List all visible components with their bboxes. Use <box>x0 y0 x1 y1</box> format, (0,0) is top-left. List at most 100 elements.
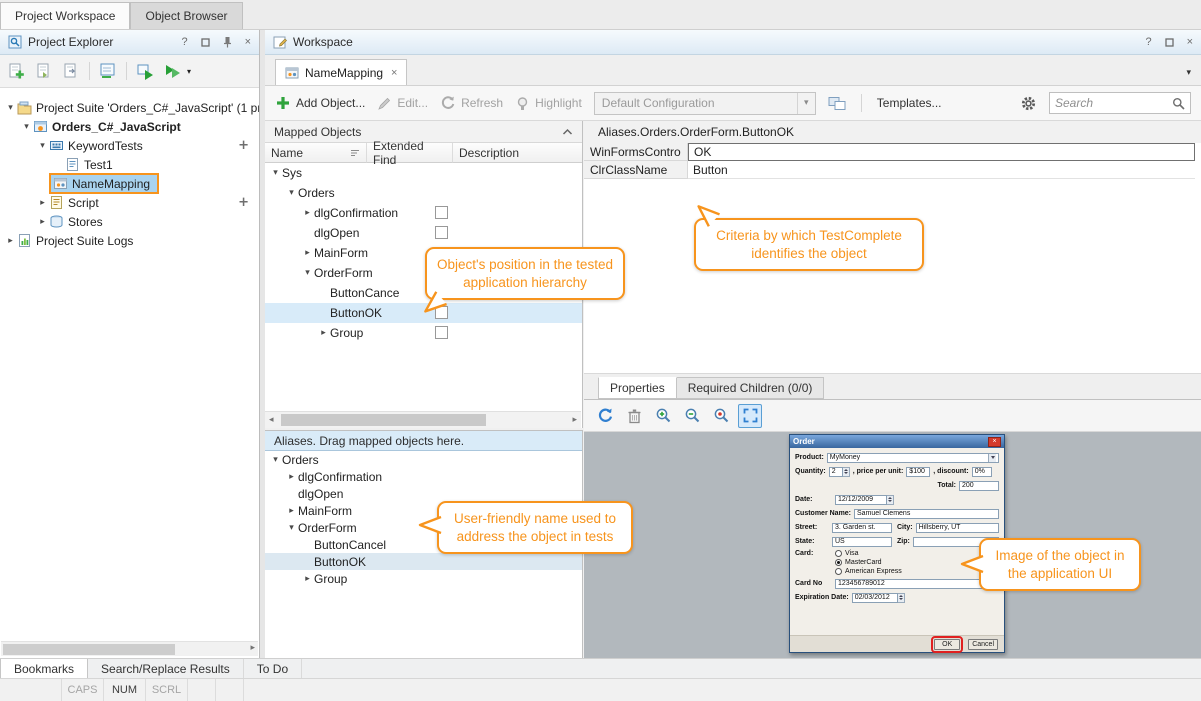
zoom-out-icon[interactable] <box>680 404 704 428</box>
fit-to-window-button[interactable] <box>738 404 762 428</box>
templates-button[interactable]: Templates... <box>877 96 942 110</box>
tree-item-script[interactable]: ▸ Script + <box>0 193 259 212</box>
column-header-extended-find[interactable]: Extended Find <box>367 143 453 163</box>
extended-find-checkbox[interactable] <box>435 206 448 219</box>
tree-item-keywordtests[interactable]: ▾ KeywordTests + <box>0 136 259 155</box>
expander-icon[interactable]: ▸ <box>317 328 330 338</box>
mapped-item-orders[interactable]: ▾ Orders <box>265 183 582 203</box>
expander-icon[interactable]: ▸ <box>285 472 298 482</box>
alias-item-dlgopen[interactable]: dlgOpen <box>265 485 582 502</box>
edit-button[interactable]: Edit... <box>377 96 428 111</box>
expander-icon[interactable]: ▾ <box>269 168 282 178</box>
maximize-icon[interactable] <box>1165 38 1174 47</box>
tree-item-project[interactable]: ▾ Orders_C#_JavaScript <box>0 117 259 136</box>
expander-icon[interactable]: ▸ <box>301 574 314 584</box>
refresh-image-button[interactable] <box>593 404 617 428</box>
extended-find-checkbox[interactable] <box>435 326 448 339</box>
delete-image-button[interactable] <box>622 404 646 428</box>
alias-item-group[interactable]: ▸ Group <box>265 570 582 587</box>
add-script-button[interactable]: + <box>238 195 249 210</box>
pin-icon[interactable] <box>223 36 232 48</box>
add-new-project-button[interactable] <box>5 59 29 83</box>
column-header-name[interactable]: Name <box>265 143 367 163</box>
sort-icon[interactable] <box>350 148 360 158</box>
tab-list-dropdown-icon[interactable]: ▾ <box>1186 68 1191 78</box>
scrollbar-thumb[interactable] <box>3 644 175 655</box>
column-header-description[interactable]: Description <box>453 143 582 163</box>
expander-icon[interactable]: ▸ <box>36 198 49 208</box>
expander-icon[interactable]: ▸ <box>285 506 298 516</box>
collapse-panel-icon[interactable] <box>562 128 573 136</box>
close-tab-icon[interactable]: × <box>391 67 397 79</box>
expander-icon[interactable]: ▾ <box>285 523 298 533</box>
search-box[interactable] <box>1049 92 1191 114</box>
mapped-item-group[interactable]: ▸ Group <box>265 323 582 343</box>
mapped-item-sys[interactable]: ▾ Sys <box>265 163 582 183</box>
tab-required-children[interactable]: Required Children (0/0) <box>677 377 825 399</box>
search-input[interactable] <box>1055 96 1168 110</box>
alias-item-dlgconfirmation[interactable]: ▸ dlgConfirmation <box>265 468 582 485</box>
scroll-left-icon[interactable]: ◂ <box>269 415 274 425</box>
alias-item-buttonok[interactable]: ButtonOK <box>265 553 582 570</box>
chevron-down-icon[interactable]: ▾ <box>797 93 815 114</box>
expander-icon[interactable]: ▾ <box>285 188 298 198</box>
scrollbar-thumb[interactable] <box>281 414 486 426</box>
mapped-item-dlgopen[interactable]: dlgOpen <box>265 223 582 243</box>
expander-icon[interactable]: ▾ <box>301 268 314 278</box>
add-existing-item-button[interactable] <box>32 59 56 83</box>
close-panel-icon[interactable]: × <box>245 36 251 48</box>
namemapping-selected-highlight[interactable]: NameMapping <box>49 173 159 194</box>
help-icon[interactable]: ? <box>181 36 187 48</box>
zoom-in-icon[interactable] <box>651 404 675 428</box>
run-options-dropdown-icon[interactable]: ▾ <box>187 67 191 76</box>
scroll-right-icon[interactable]: ▸ <box>572 415 577 425</box>
tree-item-project-suite-logs[interactable]: ▸ Project Suite Logs <box>0 231 259 250</box>
run-project-button[interactable] <box>133 59 157 83</box>
gear-icon[interactable] <box>1020 95 1037 112</box>
expander-icon[interactable]: ▾ <box>269 455 282 465</box>
property-value[interactable]: Button <box>688 161 1195 179</box>
tab-to-do[interactable]: To Do <box>244 659 302 678</box>
scroll-right-icon[interactable]: ▸ <box>250 643 255 653</box>
project-explorer-hscrollbar[interactable]: ▸ <box>1 641 258 656</box>
mapped-item-dlgconfirmation[interactable]: ▸ dlgConfirmation <box>265 203 582 223</box>
expander-icon[interactable]: ▸ <box>301 248 314 258</box>
add-object-button[interactable]: Add Object... <box>275 95 365 111</box>
run-project-suite-button[interactable] <box>160 59 184 83</box>
expander-icon[interactable]: ▾ <box>4 103 17 113</box>
property-row[interactable]: WinFormsContro OK <box>584 143 1195 161</box>
expander-icon[interactable]: ▾ <box>36 141 49 151</box>
search-icon[interactable] <box>1172 97 1185 110</box>
organize-tests-button[interactable] <box>96 59 120 83</box>
add-keyword-test-button[interactable]: + <box>238 138 249 153</box>
extended-find-checkbox[interactable] <box>435 226 448 239</box>
mapped-objects-hscrollbar[interactable]: ◂ ▸ <box>265 411 581 428</box>
expander-icon[interactable]: ▸ <box>301 208 314 218</box>
alias-item-orders[interactable]: ▾ Orders <box>265 451 582 468</box>
manage-configurations-icon[interactable] <box>828 95 846 111</box>
expander-icon[interactable]: ▸ <box>36 217 49 227</box>
highlight-button[interactable]: Highlight <box>515 96 582 111</box>
tab-properties[interactable]: Properties <box>598 377 677 399</box>
window-position-icon[interactable] <box>201 38 210 47</box>
tree-item-project-suite[interactable]: ▾ Project Suite 'Orders_C#_JavaScript' (… <box>0 98 259 117</box>
property-row[interactable]: ClrClassName Button <box>584 161 1195 179</box>
export-project-button[interactable] <box>59 59 83 83</box>
zoom-reset-icon[interactable] <box>709 404 733 428</box>
tree-item-namemapping[interactable]: NameMapping <box>0 174 259 193</box>
close-panel-icon[interactable]: × <box>1187 36 1193 48</box>
tree-item-stores[interactable]: ▸ Stores <box>0 212 259 231</box>
project-explorer-icon <box>8 35 22 49</box>
configuration-select[interactable]: Default Configuration ▾ <box>594 92 816 115</box>
tab-namemapping[interactable]: NameMapping × <box>275 59 407 85</box>
tab-object-browser[interactable]: Object Browser <box>130 2 242 29</box>
help-icon[interactable]: ? <box>1145 36 1151 48</box>
expander-icon[interactable]: ▾ <box>20 122 33 132</box>
tree-item-test1[interactable]: Test1 <box>0 155 259 174</box>
property-value-editor[interactable]: OK <box>688 143 1195 161</box>
expander-icon[interactable]: ▸ <box>4 236 17 246</box>
refresh-button[interactable]: Refresh <box>440 95 503 111</box>
tab-search-replace-results[interactable]: Search/Replace Results <box>88 659 244 678</box>
tab-project-workspace[interactable]: Project Workspace <box>0 2 130 29</box>
tab-bookmarks[interactable]: Bookmarks <box>0 659 88 678</box>
